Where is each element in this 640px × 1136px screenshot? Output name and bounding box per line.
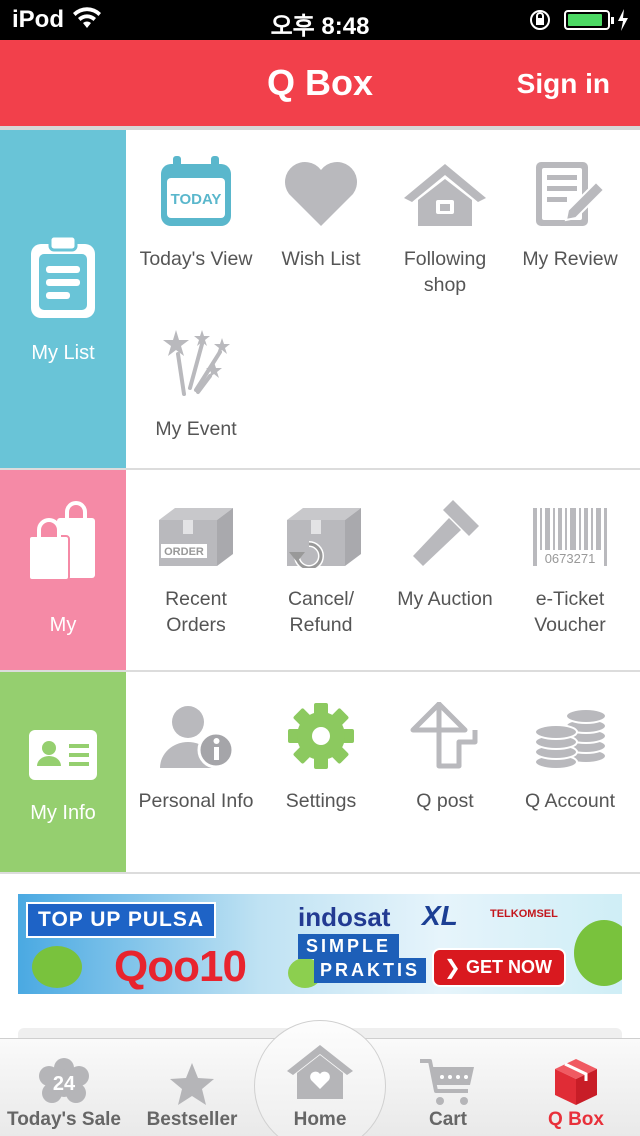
menu-item-my-auction[interactable]: My Auction [383, 488, 507, 612]
shop-house-icon [383, 148, 507, 228]
section-label: My List [31, 342, 95, 364]
home-heart-icon [255, 1043, 385, 1101]
section-label: My Info [30, 802, 96, 824]
battery-icon [564, 10, 614, 30]
menu-item-my-event[interactable]: My Event [134, 318, 258, 442]
tab-label: Q Box [548, 1109, 604, 1130]
section-my-list: My List TODAY Today's View Wish List Fol… [0, 130, 640, 470]
menu-item-personal-info[interactable]: Personal Info [134, 690, 258, 814]
tab-label: Home [293, 1109, 347, 1130]
section-my-info: My Info Personal Info Settings Q post Q … [0, 672, 640, 874]
banner-top-up: TOP UP PULSA [26, 902, 217, 938]
tab-todays-sale[interactable]: 24 Today's Sale [0, 1039, 128, 1136]
refund-box-icon [259, 488, 383, 568]
section-my: My ORDER Recent Orders Cancel/ Refund My… [0, 470, 640, 672]
order-box-icon: ORDER [134, 488, 258, 568]
menu-item-settings[interactable]: Settings [259, 690, 383, 814]
badge-number: 24 [53, 1073, 76, 1095]
menu-item-cancel-refund[interactable]: Cancel/ Refund [259, 488, 383, 638]
qbox-cube-icon [512, 1039, 640, 1107]
menu-item-label: My Auction [397, 588, 493, 610]
menu-item-label: Q post [416, 790, 474, 812]
menu-item-label: My Review [522, 248, 618, 270]
clipboard-icon [0, 234, 126, 320]
id-card-icon [0, 728, 126, 782]
menu-item-my-review[interactable]: My Review [508, 148, 632, 272]
section-tile-my[interactable]: My [0, 470, 126, 670]
menu-item-label: My Event [155, 418, 237, 440]
section-label: My [49, 614, 77, 636]
shopping-bags-icon [0, 500, 126, 582]
menu-item-label: Q Account [525, 790, 615, 812]
menu-item-label: Following shop [403, 248, 487, 296]
banner-telkomsel-logo: TELKOMSEL [490, 908, 558, 920]
banner-xl-logo: XL [422, 900, 458, 931]
banner-brand-logo: Qoo10 [114, 942, 247, 991]
barcode-icon: 0673271 [508, 488, 632, 568]
gear-icon [259, 690, 383, 770]
menu-item-label: Wish List [281, 248, 361, 270]
status-bar: iPod 오후 8:48 [0, 0, 640, 40]
menu-item-e-ticket-voucher[interactable]: 0673271 e-Ticket Voucher [508, 488, 632, 638]
menu-item-label: Recent Orders [165, 588, 227, 636]
calendar-today-icon: TODAY [134, 148, 258, 228]
menu-item-label: Cancel/ Refund [287, 588, 355, 636]
tab-label: Today's Sale [7, 1109, 121, 1130]
barcode-icon-text: 0673271 [545, 551, 596, 566]
charging-bolt-icon [616, 8, 630, 37]
menu-item-q-post[interactable]: Q post [383, 690, 507, 814]
tab-bestseller[interactable]: Bestseller [128, 1039, 256, 1136]
tab-label: Bestseller [146, 1109, 238, 1130]
menu-item-label: e-Ticket Voucher [534, 588, 606, 636]
banner-simple: SIMPLE [298, 934, 400, 959]
sign-in-button[interactable]: Sign in [517, 68, 610, 100]
person-info-icon [134, 690, 258, 770]
tab-cart[interactable]: Cart [384, 1039, 512, 1136]
tab-label: Cart [428, 1109, 467, 1130]
mascot-image [32, 946, 82, 988]
fireworks-icon [134, 318, 258, 398]
menu-item-label: Today's View [139, 248, 253, 270]
menu-item-q-account[interactable]: Q Account [508, 690, 632, 814]
menu-item-label: Personal Info [138, 790, 254, 812]
gavel-icon [383, 488, 507, 568]
qpost-icon [383, 690, 507, 770]
banner-praktis: PRAKTIS [314, 958, 427, 983]
section-tile-my-list[interactable]: My List [0, 130, 126, 468]
menu-item-label: Settings [285, 790, 357, 812]
order-icon-text: ORDER [164, 546, 204, 558]
header: Q Box Sign in [0, 40, 640, 126]
coins-icon [508, 690, 632, 770]
promo-banner[interactable]: TOP UP PULSA Qoo10 indosat SIMPLE PRAKTI… [18, 894, 622, 994]
menu-item-wish-list[interactable]: Wish List [259, 148, 383, 272]
rotation-lock-icon [528, 8, 552, 37]
cart-icon [384, 1039, 512, 1107]
heart-icon [259, 148, 383, 228]
banner-indosat-logo: indosat [298, 902, 391, 932]
section-tile-my-info[interactable]: My Info [0, 672, 126, 872]
review-pencil-icon [508, 148, 632, 228]
mascot-image [574, 920, 622, 986]
flower-badge-icon: 24 [0, 1039, 128, 1107]
star-icon [128, 1039, 256, 1107]
get-now-button[interactable]: GET NOW [432, 948, 566, 987]
menu-item-recent-orders[interactable]: ORDER Recent Orders [134, 488, 258, 638]
menu-item-following-shop[interactable]: Following shop [383, 148, 507, 298]
battery-fill [568, 14, 603, 26]
calendar-icon-text: TODAY [171, 191, 222, 208]
menu-item-todays-view[interactable]: TODAY Today's View [134, 148, 258, 272]
tab-q-box[interactable]: Q Box [512, 1039, 640, 1136]
